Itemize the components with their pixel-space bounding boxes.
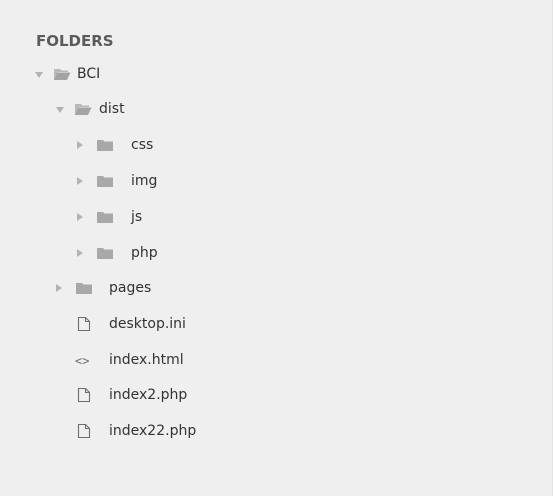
tree-item-label: index22.php bbox=[109, 423, 197, 439]
chevron-right-icon[interactable] bbox=[77, 213, 83, 221]
tree-item-label: img bbox=[131, 173, 158, 189]
tree-item-label: css bbox=[131, 137, 154, 153]
tree-item-label: index.html bbox=[109, 352, 184, 368]
folder-icon bbox=[75, 280, 93, 296]
folder-icon bbox=[96, 245, 114, 261]
tree-item-label: dist bbox=[99, 101, 125, 117]
chevron-right-icon[interactable] bbox=[77, 141, 83, 149]
file-icon bbox=[75, 387, 93, 403]
folder-icon bbox=[96, 137, 114, 153]
tree-item-js[interactable]: js bbox=[0, 201, 552, 235]
tree-item-bci[interactable]: BCI bbox=[0, 58, 552, 92]
tree-item-dist[interactable]: dist bbox=[0, 93, 552, 127]
tree-item-label: pages bbox=[109, 280, 152, 296]
tree-item-label: php bbox=[131, 245, 158, 261]
file-icon bbox=[75, 316, 93, 332]
folder-open-icon bbox=[74, 101, 92, 117]
tree-item-index-html[interactable]: <> index.html bbox=[0, 344, 552, 378]
tree-item-index22-php[interactable]: index22.php bbox=[0, 415, 552, 449]
sidebar: FOLDERS BCI dist css img js php pages de… bbox=[0, 0, 553, 496]
tree-item-img[interactable]: img bbox=[0, 165, 552, 199]
chevron-down-icon[interactable] bbox=[56, 107, 64, 113]
folder-icon bbox=[96, 173, 114, 189]
tree-item-css[interactable]: css bbox=[0, 129, 552, 163]
folders-header: FOLDERS bbox=[36, 32, 114, 50]
folder-icon bbox=[96, 209, 114, 225]
chevron-right-icon[interactable] bbox=[77, 177, 83, 185]
chevron-right-icon[interactable] bbox=[77, 249, 83, 257]
tree-item-desktop-ini[interactable]: desktop.ini bbox=[0, 308, 552, 342]
tree-item-label: index2.php bbox=[109, 387, 188, 403]
code-file-icon: <> bbox=[75, 354, 90, 368]
tree-item-pages[interactable]: pages bbox=[0, 272, 552, 306]
file-icon bbox=[75, 423, 93, 439]
tree-item-label: desktop.ini bbox=[109, 316, 186, 332]
chevron-down-icon[interactable] bbox=[35, 72, 43, 78]
tree-item-index2-php[interactable]: index2.php bbox=[0, 379, 552, 413]
tree-item-label: js bbox=[131, 209, 143, 225]
tree-item-label: BCI bbox=[77, 66, 101, 82]
folder-open-icon bbox=[53, 66, 71, 82]
tree-item-php[interactable]: php bbox=[0, 237, 552, 271]
chevron-right-icon[interactable] bbox=[56, 284, 62, 292]
